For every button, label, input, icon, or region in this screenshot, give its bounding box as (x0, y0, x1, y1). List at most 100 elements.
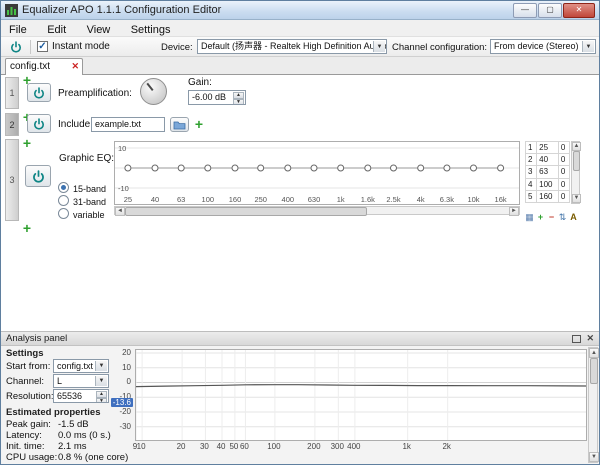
instant-mode-checkbox[interactable]: ✓ (37, 41, 48, 52)
device-select[interactable]: Default (扬声器 - Realtek High Definition A… (197, 39, 387, 54)
scroll-up-icon[interactable]: ▲ (589, 348, 599, 358)
channel-select[interactable]: L ▼ (53, 374, 109, 388)
menu-bar: File Edit View Settings (1, 20, 599, 37)
band-freq-cell[interactable]: 40 (536, 153, 559, 167)
eq-graph[interactable]: 25 40 63 100 160 250 400 630 1k 1.6k 2.5k 4k 6.3k 10k… (114, 141, 520, 205)
remove-band-icon[interactable]: − (546, 212, 557, 222)
svg-text:1.6k: 1.6k (361, 195, 375, 204)
eq-table-scrollbar[interactable]: ▲ ▼ (571, 141, 581, 204)
band-freq-cell[interactable]: 100 (536, 177, 559, 191)
scroll-up-icon[interactable]: ▲ (572, 142, 581, 151)
float-panel-icon[interactable] (572, 335, 581, 349)
chevron-down-icon[interactable]: ▼ (582, 41, 594, 52)
config-editor: + 1 Preamplification: Gain: -6.00 dB ▲ ▼ … (1, 73, 599, 331)
gain-spinbox[interactable]: -6.00 dB ▲ ▼ (188, 90, 246, 105)
include-power-toggle[interactable] (27, 114, 51, 133)
band-gain-cell[interactable]: 0 (557, 165, 571, 179)
power-icon (32, 169, 44, 183)
table-row: 2 40 0 (524, 153, 571, 167)
band-gain-cell[interactable]: 0 (557, 153, 571, 167)
close-button[interactable]: ✕ (563, 3, 595, 18)
menu-view[interactable]: View (79, 22, 119, 36)
band-index-cell[interactable]: 5 (524, 189, 538, 203)
analysis-y-axis: 20 10 0 -10 -20 -30 -13.6 (107, 348, 133, 441)
menu-file[interactable]: File (1, 22, 35, 36)
channel-value: L (57, 376, 63, 386)
row-number-preamp: 1 (5, 77, 19, 109)
power-icon (34, 117, 44, 130)
resolution-value: 65536 (57, 391, 83, 401)
analysis-panel-title: Analysis panel (6, 333, 68, 344)
tab-config-txt[interactable]: config.txt ✕ (5, 58, 83, 76)
band-index-cell[interactable]: 4 (524, 177, 538, 191)
radio-icon (58, 208, 69, 219)
browse-file-button[interactable] (170, 117, 189, 132)
title-bar[interactable]: Equalizer APO 1.1.1 Configuration Editor… (1, 1, 599, 20)
band-index-cell[interactable]: 1 (524, 140, 538, 155)
scroll-left-icon[interactable]: ◄ (115, 207, 125, 216)
channel-config-select[interactable]: From device (Stereo) ▼ (490, 39, 596, 54)
analysis-graph-canvas (135, 350, 587, 440)
invert-response-icon[interactable]: ⇅ (557, 212, 568, 222)
x-tick-label: 10 (136, 442, 146, 451)
scroll-thumb[interactable] (573, 151, 580, 171)
minimize-button[interactable]: — (513, 3, 537, 18)
scroll-thumb[interactable] (590, 358, 598, 384)
band-gain-cell[interactable]: 0 (557, 177, 571, 191)
band-freq-cell[interactable]: 160 (536, 189, 559, 203)
scroll-down-icon[interactable]: ▼ (572, 194, 581, 203)
start-from-value: config.txt (57, 361, 94, 371)
svg-text:400: 400 (282, 195, 295, 204)
scroll-thumb[interactable] (125, 207, 367, 216)
insert-row-button[interactable]: + (21, 136, 33, 150)
chevron-down-icon[interactable]: ▼ (95, 376, 107, 386)
maximize-button[interactable]: ▢ (538, 3, 562, 18)
resolution-spinbox[interactable]: 65536 ▲ ▼ (53, 389, 109, 403)
start-from-label: Start from: (6, 361, 51, 372)
band-index-cell[interactable]: 3 (524, 165, 538, 179)
spin-up-icon[interactable]: ▲ (233, 92, 244, 99)
gain-label: Gain: (188, 77, 212, 88)
latency-label: Latency: (6, 430, 42, 441)
spin-down-icon[interactable]: ▼ (233, 99, 244, 104)
band-gain-cell[interactable]: 0 (557, 189, 571, 203)
band-freq-cell[interactable]: 63 (536, 165, 559, 179)
include-label: Include: (58, 119, 94, 130)
preamp-power-toggle[interactable] (27, 83, 51, 102)
spin-down-icon[interactable]: ▼ (96, 398, 107, 402)
eq-h-scrollbar[interactable]: ◄ ► (114, 206, 520, 216)
estimated-properties-header: Estimated properties (6, 407, 101, 418)
menu-edit[interactable]: Edit (39, 22, 74, 36)
band-freq-cell[interactable]: 25 (536, 140, 559, 155)
scroll-right-icon[interactable]: ► (509, 207, 519, 216)
channel-label: Channel: (6, 376, 45, 387)
grid-view-icon[interactable]: ▦ (524, 212, 535, 222)
tab-close-icon[interactable]: ✕ (71, 61, 79, 72)
scroll-down-icon[interactable]: ▼ (589, 452, 599, 462)
add-include-button[interactable]: + (193, 117, 205, 131)
svg-text:25: 25 (124, 195, 132, 204)
include-file-input[interactable]: example.txt (91, 117, 165, 132)
band-gain-cell[interactable]: 0 (557, 140, 571, 155)
global-power-toggle[interactable] (6, 39, 26, 54)
analysis-graph[interactable] (135, 349, 587, 441)
spin-up-icon[interactable]: ▲ (96, 391, 107, 398)
band-index-cell[interactable]: 2 (524, 153, 538, 167)
eq-mode-variable[interactable]: variable (58, 205, 105, 223)
analysis-panel: Analysis panel ✕ Settings Start from: co… (1, 331, 599, 464)
analysis-scrollbar[interactable]: ▲ ▼ (588, 347, 599, 463)
chevron-down-icon[interactable]: ▼ (95, 361, 107, 371)
channel-config-label: Channel configuration: (392, 42, 488, 53)
close-panel-icon[interactable]: ✕ (586, 332, 594, 345)
chevron-down-icon[interactable]: ▼ (373, 41, 385, 52)
menu-settings[interactable]: Settings (123, 22, 179, 36)
append-row-button[interactable]: + (21, 221, 33, 235)
normalize-response-icon[interactable]: A (568, 212, 579, 222)
gain-knob[interactable] (140, 78, 167, 105)
add-band-icon[interactable]: + (535, 212, 546, 222)
eq-power-toggle[interactable] (25, 165, 51, 187)
device-label: Device: (161, 42, 193, 53)
start-from-select[interactable]: config.txt ▼ (53, 359, 109, 373)
analysis-panel-header[interactable]: Analysis panel ✕ (1, 332, 599, 346)
resolution-label: Resolution: (6, 391, 54, 402)
